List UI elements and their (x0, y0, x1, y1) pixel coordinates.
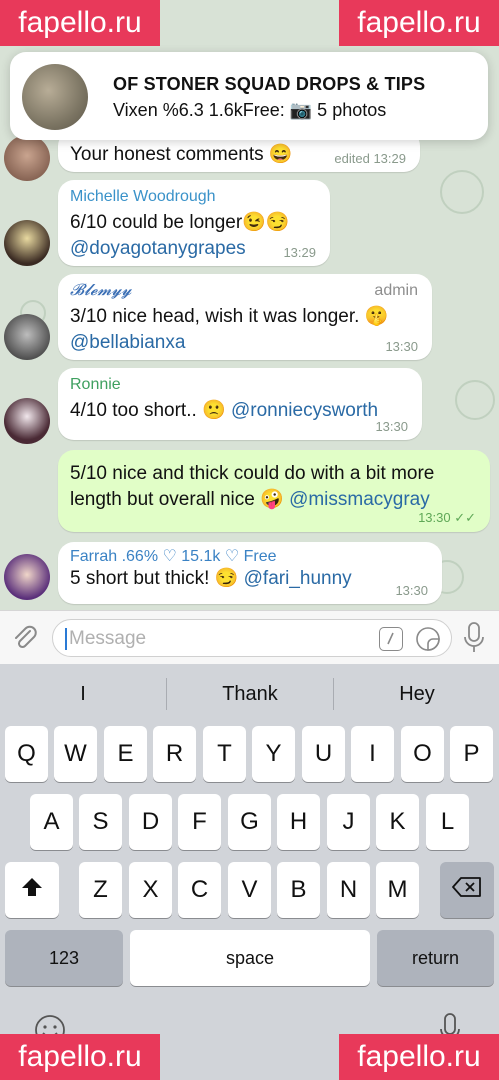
message-time: 13:30 (395, 583, 428, 598)
mention-link[interactable]: @fari_hunny (244, 568, 352, 589)
sender-name[interactable]: Ronnie (70, 376, 410, 394)
mention-link[interactable]: @doyagotanygrapes (70, 236, 318, 262)
message-text: 4/10 too short.. 🙁 (70, 400, 226, 421)
key-a[interactable]: A (30, 794, 73, 850)
watermark: fapello.ru (0, 0, 160, 46)
key-l[interactable]: L (426, 794, 469, 850)
key-r[interactable]: R (153, 726, 196, 782)
key-j[interactable]: J (327, 794, 370, 850)
message-time: 13:29 (283, 245, 316, 260)
admin-badge: admin (374, 282, 418, 299)
message-input[interactable] (67, 626, 371, 652)
key-v[interactable]: V (228, 862, 271, 918)
message-text: 5 short but thick! 😏 (70, 568, 239, 589)
keyboard: I Thank Hey Q W E R T Y U I O P A S D F … (0, 664, 499, 1080)
sender-name[interactable]: 𝓑𝓵𝓮𝓶𝔂𝔂 (70, 282, 420, 300)
watermark: fapello.ru (0, 1034, 160, 1080)
message-bubble[interactable]: Michelle Woodrough 6/10 could be longer😉… (58, 180, 330, 266)
message-bubble[interactable]: Farrah .66% ♡ 15.1k ♡ Free 5 short but t… (58, 542, 442, 604)
space-key[interactable]: space (130, 930, 370, 986)
backspace-icon (452, 863, 482, 919)
key-x[interactable]: X (129, 862, 172, 918)
key-p[interactable]: P (450, 726, 493, 782)
key-g[interactable]: G (228, 794, 271, 850)
notification-title: OF STONER SQUAD DROPS & TIPS (113, 74, 426, 94)
return-key[interactable]: return (377, 930, 494, 986)
shift-key[interactable] (5, 862, 59, 918)
key-e[interactable]: E (104, 726, 147, 782)
message-time: edited 13:29 (334, 151, 406, 166)
key-o[interactable]: O (401, 726, 444, 782)
key-f[interactable]: F (178, 794, 221, 850)
key-m[interactable]: M (376, 862, 419, 918)
message-field[interactable] (52, 619, 452, 657)
message-text: 6/10 could be longer😉😏 (70, 212, 290, 233)
sticker-icon[interactable] (415, 626, 441, 652)
message-time: 13:30 (385, 339, 418, 354)
key-d[interactable]: D (129, 794, 172, 850)
message-bubble[interactable]: 𝓑𝓵𝓮𝓶𝔂𝔂 admin 3/10 nice head, wish it was… (58, 274, 432, 360)
sender-name[interactable]: Farrah .66% ♡ 15.1k ♡ Free (70, 546, 430, 566)
avatar[interactable] (4, 398, 50, 444)
outgoing-message-bubble[interactable]: 5/10 nice and thick could do with a bit … (58, 450, 490, 532)
shift-icon (20, 863, 44, 919)
message-bubble[interactable]: Ronnie 4/10 too short.. 🙁 @ronniecyswort… (58, 368, 422, 440)
sender-name[interactable]: Michelle Woodrough (70, 188, 318, 206)
message-time: 13:30 ✓✓ (418, 510, 476, 525)
command-icon[interactable] (379, 627, 403, 651)
avatar[interactable] (4, 554, 50, 600)
key-w[interactable]: W (54, 726, 97, 782)
suggestion-item[interactable]: Hey (334, 664, 499, 720)
delete-key[interactable] (440, 862, 494, 918)
avatar[interactable] (4, 220, 50, 266)
avatar[interactable] (4, 135, 50, 181)
key-c[interactable]: C (178, 862, 221, 918)
suggestion-item[interactable]: Thank (167, 664, 333, 720)
message-input-bar (0, 610, 499, 665)
channel-thumbnail (22, 64, 88, 130)
mention-link[interactable]: @missmacygray (289, 489, 430, 510)
suggestion-item[interactable]: I (0, 664, 166, 720)
watermark: fapello.ru (339, 0, 499, 46)
notification-body: Vixen %6.3 1.6kFree: 📷 5 photos (113, 100, 387, 120)
key-k[interactable]: K (376, 794, 419, 850)
avatar[interactable] (4, 314, 50, 360)
watermark: fapello.ru (339, 1034, 499, 1080)
message-time: 13:30 (375, 419, 408, 434)
mention-link[interactable]: @bellabianxa (70, 330, 420, 356)
microphone-icon[interactable] (462, 621, 486, 655)
key-s[interactable]: S (79, 794, 122, 850)
mention-link[interactable]: @ronniecysworth (231, 400, 378, 421)
key-t[interactable]: T (203, 726, 246, 782)
key-y[interactable]: Y (252, 726, 295, 782)
key-h[interactable]: H (277, 794, 320, 850)
key-n[interactable]: N (327, 862, 370, 918)
notification-banner[interactable]: OF STONER SQUAD DROPS & TIPS Vixen %6.3 … (10, 52, 488, 140)
key-b[interactable]: B (277, 862, 320, 918)
key-z[interactable]: Z (79, 862, 122, 918)
numbers-key[interactable]: 123 (5, 930, 123, 986)
message-text: 3/10 nice head, wish it was longer. 🤫 (70, 306, 389, 327)
key-u[interactable]: U (302, 726, 345, 782)
attach-icon[interactable] (10, 623, 40, 653)
key-i[interactable]: I (351, 726, 394, 782)
key-q[interactable]: Q (5, 726, 48, 782)
